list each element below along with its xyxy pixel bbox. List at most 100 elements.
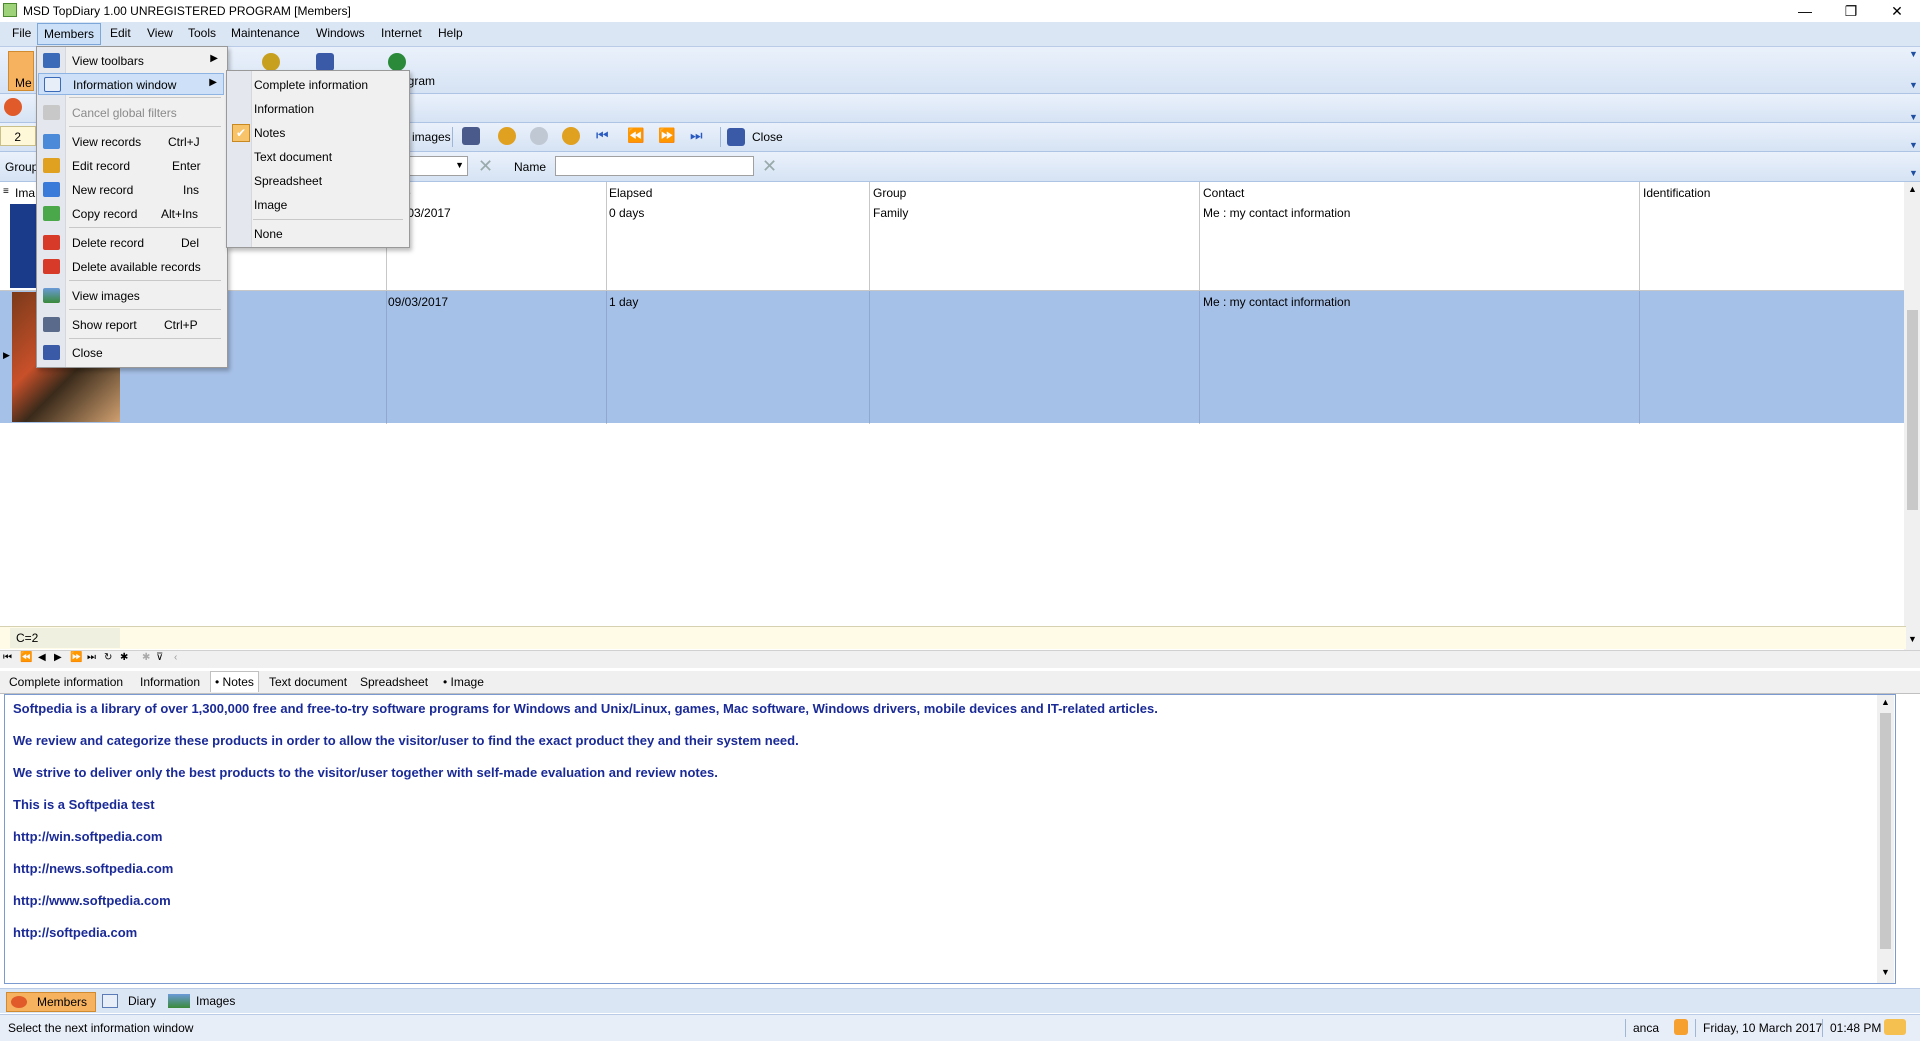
menu-item-view-toolbars[interactable]: View toolbars ▶ xyxy=(38,50,224,72)
first-record-icon[interactable]: ⏮ xyxy=(596,127,609,144)
notes-scrollbar[interactable]: ▲ ▼ xyxy=(1877,695,1894,983)
nav-filter-icon[interactable]: ⊽ xyxy=(156,652,163,663)
members-toolbar-button[interactable]: Me xyxy=(8,51,34,91)
gear-icon[interactable] xyxy=(262,53,280,71)
scroll-up-icon[interactable]: ▲ xyxy=(1881,697,1890,707)
menu-item-new-record[interactable]: New record Ins xyxy=(38,179,224,201)
record-number-field[interactable]: 2 xyxy=(0,126,36,146)
notes-editor[interactable]: Softpedia is a library of over 1,300,000… xyxy=(4,694,1896,984)
tab-information[interactable]: Information xyxy=(140,675,200,689)
menu-item-edit-record[interactable]: Edit record Enter xyxy=(38,155,224,177)
book-icon[interactable] xyxy=(316,53,334,71)
images-button-label[interactable]: images xyxy=(412,130,451,144)
submenu-item-none[interactable]: None xyxy=(228,223,382,245)
tab-spreadsheet[interactable]: Spreadsheet xyxy=(360,675,428,689)
menu-internet[interactable]: Internet xyxy=(378,26,425,40)
column-header-identification[interactable]: Identification xyxy=(1643,186,1710,200)
grid-scrollbar[interactable]: ▲ ▼ xyxy=(1904,182,1920,650)
menu-item-view-images[interactable]: View images xyxy=(38,285,224,307)
filter-icon[interactable] xyxy=(498,127,516,145)
table-row-selected[interactable] xyxy=(0,291,1906,423)
previous-record-icon[interactable]: ⏪ xyxy=(627,127,644,144)
menu-item-delete-available-records[interactable]: Delete available records xyxy=(38,256,224,278)
next-record-icon[interactable]: ⏩ xyxy=(658,127,675,144)
cloud-icon[interactable] xyxy=(530,127,548,145)
globe-icon[interactable] xyxy=(388,53,406,71)
tab-notes[interactable]: • Notes xyxy=(210,671,259,692)
maximize-button[interactable]: ❐ xyxy=(1828,0,1874,22)
column-header-image[interactable]: Ima xyxy=(15,186,35,200)
menu-item-delete-record[interactable]: Delete record Del xyxy=(38,232,224,254)
members-icon xyxy=(11,996,27,1008)
group-filter-select[interactable]: ▼ xyxy=(404,156,468,176)
toolbar-chevron-icon[interactable]: ▼ xyxy=(1909,168,1918,178)
scroll-down-icon[interactable]: ▼ xyxy=(1881,967,1890,977)
tab-members[interactable]: Members xyxy=(6,992,96,1012)
tab-complete-information[interactable]: Complete information xyxy=(9,675,123,689)
notification-icon[interactable] xyxy=(1884,1019,1906,1035)
close-window-button[interactable]: ✕ xyxy=(1874,0,1920,22)
column-header-group[interactable]: Group xyxy=(873,186,906,200)
nav-refresh-icon[interactable]: ↻ xyxy=(104,652,112,663)
scroll-left-icon[interactable]: ‹ xyxy=(174,652,177,663)
close-button-label[interactable]: Close xyxy=(752,130,783,144)
tab-text-document[interactable]: Text document xyxy=(269,675,347,689)
menu-item-information-window[interactable]: Information window ▶ xyxy=(38,73,224,95)
nav-prior-icon[interactable]: ◀ xyxy=(38,652,46,663)
nav-insert-icon[interactable]: ✱ xyxy=(120,652,128,663)
menu-item-close[interactable]: Close xyxy=(38,342,224,364)
tab-diary[interactable]: Diary xyxy=(100,992,160,1010)
nav-clear-icon[interactable]: ✱ xyxy=(142,652,150,663)
menu-help[interactable]: Help xyxy=(435,26,466,40)
menu-view[interactable]: View xyxy=(144,26,176,40)
submenu-item-notes[interactable]: ✔ Notes xyxy=(228,122,382,144)
column-header-contact[interactable]: Contact xyxy=(1203,186,1244,200)
note-link[interactable]: http://softpedia.com xyxy=(13,925,137,940)
menu-item-show-report[interactable]: Show report Ctrl+P xyxy=(38,314,224,336)
menu-members[interactable]: Members xyxy=(37,23,102,45)
nav-next-icon[interactable]: ▶ xyxy=(54,652,62,663)
note-link[interactable]: http://news.softpedia.com xyxy=(13,861,173,876)
last-record-icon[interactable]: ⏭ xyxy=(690,127,703,144)
nav-next-page-icon[interactable]: ⏩ xyxy=(70,652,82,663)
clear-group-filter-icon[interactable]: ✕ xyxy=(478,156,493,177)
tab-images[interactable]: Images xyxy=(166,992,246,1010)
submenu-item-complete-information[interactable]: Complete information xyxy=(228,74,382,96)
note-link[interactable]: http://www.softpedia.com xyxy=(13,893,171,908)
toolbar-chevron-icon[interactable]: ▼ xyxy=(1909,140,1918,150)
menu-file[interactable]: File xyxy=(9,26,34,40)
note-link[interactable]: http://win.softpedia.com xyxy=(13,829,163,844)
submenu-item-text-document[interactable]: Text document xyxy=(228,146,382,168)
menu-maintenance[interactable]: Maintenance xyxy=(228,26,303,40)
close-door-icon[interactable] xyxy=(727,128,745,146)
menu-tools[interactable]: Tools xyxy=(185,26,219,40)
menu-item-view-records[interactable]: View records Ctrl+J xyxy=(38,131,224,153)
tab-image[interactable]: • Image xyxy=(443,675,484,689)
submenu-item-spreadsheet[interactable]: Spreadsheet xyxy=(228,170,382,192)
minimize-button[interactable]: — xyxy=(1782,0,1828,22)
images-icon xyxy=(168,994,190,1008)
clear-name-filter-icon[interactable]: ✕ xyxy=(762,156,777,177)
toolbar-chevron-icon[interactable]: ▼ xyxy=(1909,49,1918,59)
printer-icon[interactable] xyxy=(462,127,480,145)
search-icon[interactable] xyxy=(562,127,580,145)
scroll-down-icon[interactable]: ▼ xyxy=(1908,634,1917,644)
menu-windows[interactable]: Windows xyxy=(313,26,368,40)
submenu-item-information[interactable]: Information xyxy=(228,98,382,120)
scrollbar-thumb[interactable] xyxy=(1907,310,1918,510)
toolbar-chevron-icon[interactable]: ▼ xyxy=(1909,112,1918,122)
nav-first-icon[interactable]: ⏮ xyxy=(3,652,12,663)
nav-prior-page-icon[interactable]: ⏪ xyxy=(20,652,32,663)
menu-item-cancel-global-filters[interactable]: Cancel global filters xyxy=(38,102,224,124)
toolbar-chevron-icon[interactable]: ▼ xyxy=(1909,80,1918,90)
menu-edit[interactable]: Edit xyxy=(107,26,134,40)
column-chooser-icon[interactable]: ≡ xyxy=(3,186,9,197)
name-filter-input[interactable] xyxy=(555,156,754,176)
menu-item-copy-record[interactable]: Copy record Alt+Ins xyxy=(38,203,224,225)
nav-last-icon[interactable]: ⏭ xyxy=(87,652,96,663)
column-header-elapsed[interactable]: Elapsed xyxy=(609,186,652,200)
submenu-item-image[interactable]: Image xyxy=(228,194,382,216)
scrollbar-thumb[interactable] xyxy=(1880,713,1891,949)
members-icon[interactable] xyxy=(4,98,22,116)
scroll-up-icon[interactable]: ▲ xyxy=(1908,184,1917,194)
